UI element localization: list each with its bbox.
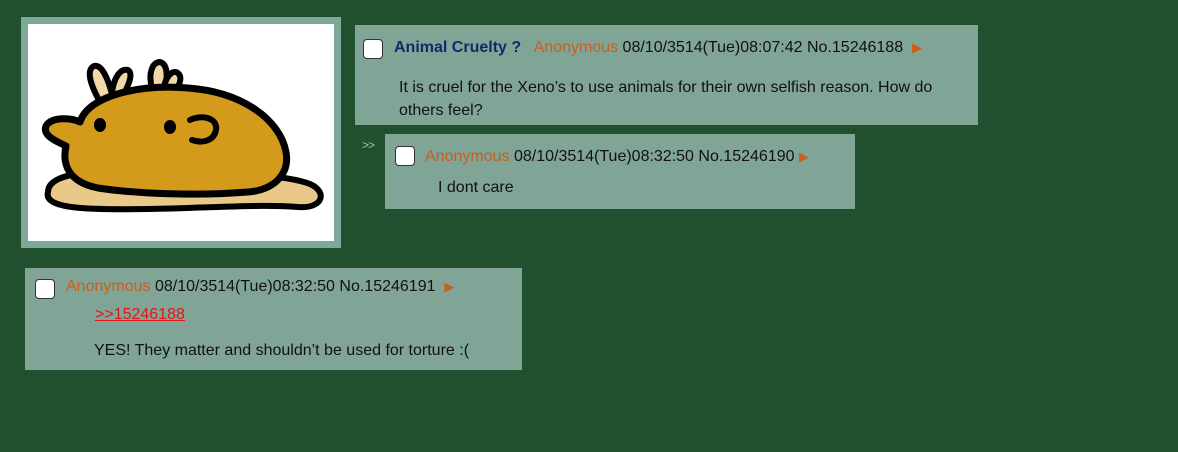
reply-header: Anonymous 08/10/3514(Tue)08:32:50 No.152… <box>66 277 454 297</box>
op-body-line: others feel? <box>399 102 483 119</box>
reply-post-number[interactable]: No.15246191 <box>339 278 435 295</box>
reply-post: Anonymous 08/10/3514(Tue)08:32:50 No.152… <box>25 268 522 370</box>
reply-post: Anonymous 08/10/3514(Tue)08:32:50 No.152… <box>385 134 855 209</box>
thread-image[interactable] <box>28 24 334 241</box>
thread-image-frame[interactable] <box>21 17 341 248</box>
reply-body: YES! They matter and shouldn’t be used f… <box>94 342 470 359</box>
op-poster-name[interactable]: Anonymous <box>534 39 619 56</box>
op-select-checkbox[interactable] <box>363 39 383 59</box>
reply-marker: >> <box>362 138 375 152</box>
op-header: Animal Cruelty ? Anonymous 08/10/3514(Tu… <box>394 38 922 58</box>
reply-select-checkbox[interactable] <box>35 279 55 299</box>
quote-link[interactable]: >>15246188 <box>95 305 185 325</box>
op-datetime: 08/10/3514(Tue)08:07:42 <box>622 39 803 56</box>
reply-datetime: 08/10/3514(Tue)08:32:50 <box>154 278 335 295</box>
op-post: Animal Cruelty ? Anonymous 08/10/3514(Tu… <box>355 25 978 125</box>
op-post-number[interactable]: No.15246188 <box>807 39 903 56</box>
reply-menu-arrow-icon[interactable]: ▶ <box>444 279 454 294</box>
op-menu-arrow-icon[interactable]: ▶ <box>912 40 922 55</box>
creature-image <box>41 58 324 213</box>
reply-datetime: 08/10/3514(Tue)08:32:50 <box>513 148 694 165</box>
reply-poster-name[interactable]: Anonymous <box>425 148 510 165</box>
reply-select-checkbox[interactable] <box>395 146 415 166</box>
reply-menu-arrow-icon[interactable]: ▶ <box>799 149 809 164</box>
reply-body: I dont care <box>438 179 514 196</box>
reply-post-number[interactable]: No.15246190 <box>698 148 794 165</box>
reply-poster-name[interactable]: Anonymous <box>66 278 151 295</box>
op-subject: Animal Cruelty ? <box>394 39 522 56</box>
op-body: It is cruel for the Xeno’s to use animal… <box>399 76 932 122</box>
op-body-line: It is cruel for the Xeno’s to use animal… <box>399 79 933 96</box>
reply-header: Anonymous 08/10/3514(Tue)08:32:50 No.152… <box>425 147 809 167</box>
